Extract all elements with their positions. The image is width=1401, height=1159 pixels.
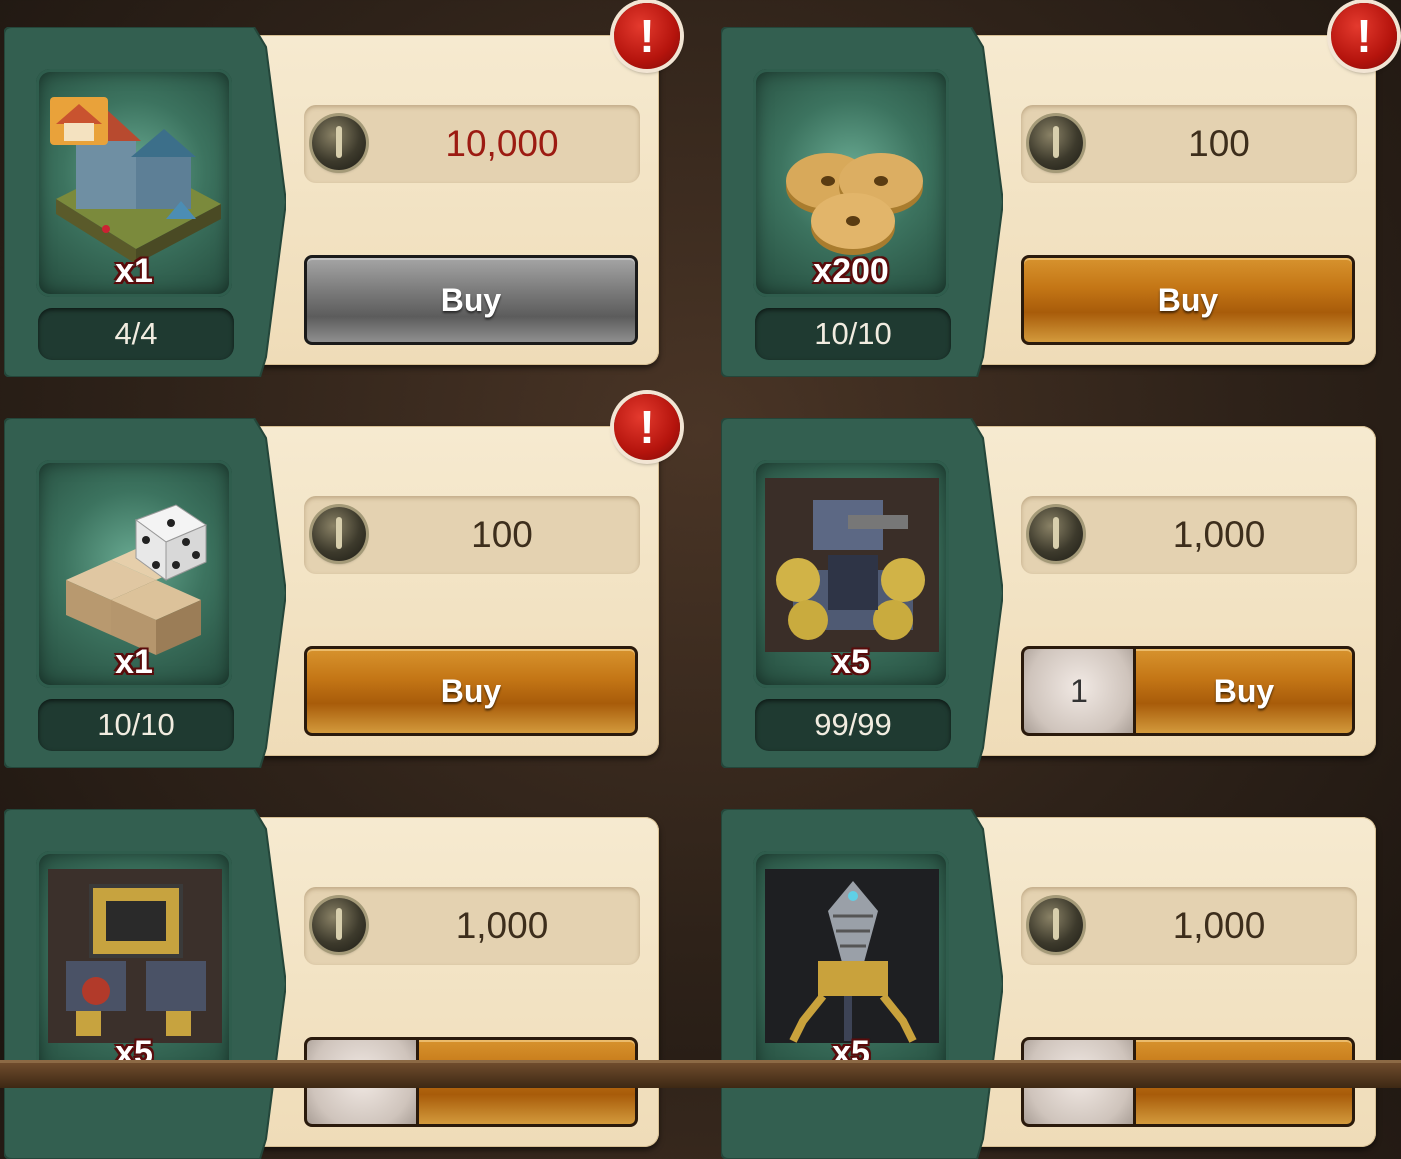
item-quantity: x200: [813, 252, 889, 290]
window-bottom-frame: [0, 1060, 1401, 1088]
price-value: 10,000: [445, 123, 559, 164]
offer-card-4: x5 99/99 1,000 1 Buy: [721, 418, 1377, 768]
price-box: 100: [304, 496, 640, 574]
price-value: 100: [1188, 123, 1250, 164]
price-box: 100: [1021, 105, 1357, 183]
offer-card-3: x1 10/10 100 Buy !: [4, 394, 680, 768]
price-value: 1,000: [455, 905, 549, 946]
price-value: 100: [471, 514, 533, 555]
forge-point-coin-icon: [312, 898, 366, 952]
item-icon-box[interactable]: x5: [753, 460, 949, 688]
amount-input[interactable]: 1: [1021, 646, 1137, 736]
buy-button[interactable]: Buy: [304, 255, 638, 345]
forge-point-coin-icon: [1029, 116, 1083, 170]
offer-card-1: x1 4/4 10,000 Buy !: [4, 3, 680, 377]
price-box: 1,000: [304, 887, 640, 965]
alert-badge-icon: !: [1331, 3, 1397, 69]
forge-point-coin-icon: [1029, 898, 1083, 952]
price-value: 1,000: [1172, 905, 1266, 946]
buy-button[interactable]: Buy: [1133, 646, 1355, 736]
item-icon-box[interactable]: x200: [753, 69, 949, 297]
item-quantity: x1: [115, 252, 153, 290]
stock-counter: 10/10: [38, 699, 234, 751]
offer-card-2: x200 10/10 100 Buy !: [721, 3, 1397, 377]
item-quantity: x1: [115, 643, 153, 681]
price-box: 1,000: [1021, 496, 1357, 574]
buy-button[interactable]: Buy: [1021, 255, 1355, 345]
price-value: 1,000: [1172, 514, 1266, 555]
alert-badge-icon: !: [614, 394, 680, 460]
item-icon-box[interactable]: x5: [36, 851, 232, 1079]
price-box: 10,000: [304, 105, 640, 183]
item-icon-box[interactable]: x1: [36, 460, 232, 688]
forge-point-coin-icon: [312, 116, 366, 170]
price-box: 1,000: [1021, 887, 1357, 965]
stock-counter: 4/4: [38, 308, 234, 360]
forge-point-coin-icon: [312, 507, 366, 561]
offer-card-6: x5 1,000: [721, 809, 1377, 1159]
stock-counter: 10/10: [755, 308, 951, 360]
buy-button[interactable]: Buy: [304, 646, 638, 736]
item-quantity: x5: [832, 643, 870, 681]
alert-badge-icon: !: [614, 3, 680, 69]
item-icon-box[interactable]: x1: [36, 69, 232, 297]
stock-counter: 99/99: [755, 699, 951, 751]
forge-point-coin-icon: [1029, 507, 1083, 561]
item-icon-box[interactable]: x5: [753, 851, 949, 1079]
offer-card-5: x5 1,000: [4, 809, 660, 1159]
